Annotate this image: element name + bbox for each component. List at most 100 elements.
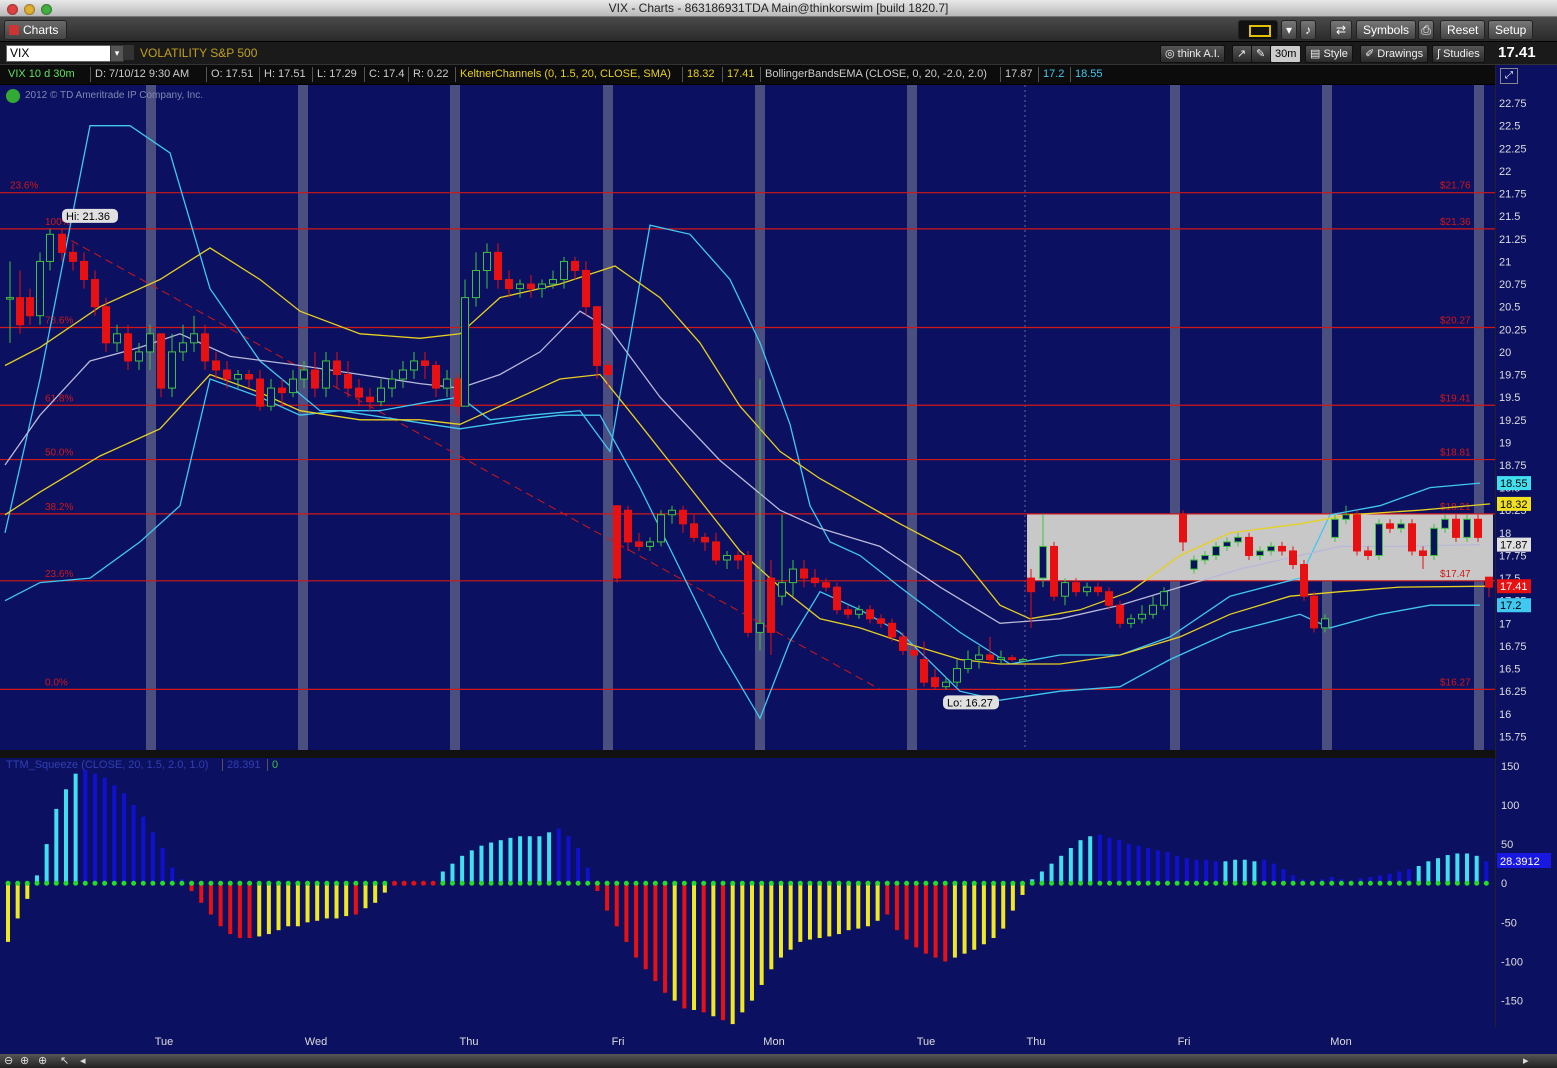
tab-charts[interactable]: Charts	[4, 20, 68, 40]
scroll-left-icon[interactable]: ◂	[80, 1054, 86, 1067]
squeeze-dot	[305, 880, 311, 886]
candle-down	[582, 269, 590, 308]
squeeze-dot	[314, 880, 320, 886]
main-toolbar: Charts ▾ ♪ ⇄ Symbols ⎙ Reset Setup	[0, 17, 1557, 41]
squeeze-bar-positive	[1107, 837, 1112, 884]
aggregation-button[interactable]: 30m	[1270, 45, 1302, 63]
bell-icon[interactable]: ♪	[1300, 20, 1316, 40]
squeeze-dot	[1039, 880, 1045, 886]
price-tick: 19.25	[1499, 415, 1527, 427]
setup-button[interactable]: Setup	[1488, 20, 1534, 40]
squeeze-bar-positive	[1204, 859, 1209, 884]
crosshair-icon[interactable]: ⊕	[38, 1054, 47, 1067]
squeeze-bar-positive	[1426, 861, 1431, 884]
price-badge-label: 17.87	[1500, 540, 1528, 552]
symbol-lookup-icon[interactable]	[124, 45, 134, 60]
squeeze-dot	[1097, 880, 1103, 886]
candle-up	[1149, 604, 1157, 615]
candle-up	[168, 351, 176, 389]
session-band	[298, 85, 308, 750]
candle-down	[986, 654, 994, 661]
squeeze-dot	[295, 880, 301, 886]
squeeze-dot	[759, 880, 765, 886]
squeeze-dot	[991, 880, 997, 886]
candle-down	[245, 374, 253, 380]
candle-down	[1289, 550, 1297, 566]
price-tick: 21	[1499, 256, 1511, 268]
pane-separator[interactable]	[0, 750, 1557, 758]
keltner-study-label[interactable]: KeltnerChannels (0, 1.5, 20, CLOSE, SMA)	[455, 67, 671, 82]
squeeze-dot	[836, 880, 842, 886]
fib-left-label: 23.6%	[10, 181, 38, 192]
price-chart[interactable]: 23.6% $21.76 100% $21.36 78.6% $20.27 61.8% $19…	[0, 85, 1495, 750]
candle-up	[6, 297, 14, 300]
scroll-right-icon[interactable]: ▸	[1523, 1054, 1529, 1067]
squeeze-dot	[1203, 880, 1209, 886]
print-icon[interactable]: ⎙	[1418, 20, 1434, 40]
candle-up	[1160, 591, 1168, 606]
squeeze-dot	[749, 880, 755, 886]
squeeze-chart[interactable]: TTM_Squeeze (CLOSE, 20, 1.5, 2.0, 1.0) 2…	[0, 758, 1495, 1028]
squeeze-bar-negative	[894, 883, 899, 931]
squeeze-bar-negative	[904, 883, 909, 940]
price-tick: 16.75	[1499, 641, 1527, 653]
squeeze-dot	[556, 880, 562, 886]
squeeze-dot	[121, 880, 127, 886]
studies-label: Studies	[1443, 48, 1480, 60]
zoom-in-icon[interactable]: ⊕	[20, 1054, 29, 1067]
squeeze-bar-negative	[353, 883, 358, 915]
squeeze-bar-positive	[498, 840, 503, 884]
candle-down	[157, 333, 165, 389]
candle-up	[997, 657, 1005, 661]
pointer-icon[interactable]: ↖	[60, 1054, 69, 1067]
price-tick: 22	[1499, 166, 1511, 178]
squeeze-bar-negative	[257, 883, 262, 937]
price-axis[interactable]: ⤢ 22.75 22.5 22.25 22 21.75 21.5 21.25 21 20.75 2…	[1495, 65, 1557, 1068]
squeeze-dot	[353, 880, 359, 886]
candle-up	[1441, 518, 1449, 529]
squeeze-bar-positive	[141, 816, 146, 884]
link-icon[interactable]: ⇄	[1330, 20, 1352, 40]
candle-up	[146, 333, 154, 353]
zoom-out-icon[interactable]: ⊖	[4, 1054, 13, 1067]
symbol-input[interactable]: VIX	[6, 45, 111, 62]
drawings-button[interactable]: ✐ Drawings	[1360, 45, 1429, 63]
price-badge-label: 17.41	[1500, 581, 1528, 593]
bottom-scrollbar[interactable]: ⊖ ⊕ ⊕ ↖ ◂ ▸	[0, 1054, 1557, 1068]
studies-button[interactable]: ∫ Studies	[1432, 45, 1485, 63]
squeeze-dot	[372, 880, 378, 886]
squeeze-dot	[430, 880, 436, 886]
squeeze-dot	[334, 880, 340, 886]
squeeze-dot	[710, 880, 716, 886]
candle-down	[822, 582, 830, 588]
candle-up	[1212, 545, 1220, 556]
squeeze-bar-positive	[547, 832, 552, 884]
candle-down	[102, 306, 110, 344]
squeeze-dot	[1329, 880, 1335, 886]
squeeze-dot	[720, 880, 726, 886]
color-dropdown-icon[interactable]: ▾	[1281, 20, 1297, 40]
squeeze-dot	[904, 880, 910, 886]
reset-button[interactable]: Reset	[1440, 20, 1486, 40]
squeeze-dot	[942, 880, 948, 886]
candle-up	[36, 260, 44, 317]
squeeze-bar-negative	[836, 883, 841, 935]
squeeze-dot	[826, 880, 832, 886]
think-ai-button[interactable]: ◎ think A.I.	[1160, 45, 1225, 63]
bollinger-upper	[4, 125, 1481, 665]
candle-up	[388, 378, 396, 389]
style-button[interactable]: ▤ Style	[1305, 45, 1353, 63]
squeeze-bar-positive	[160, 848, 165, 884]
squeeze-dot	[1416, 880, 1422, 886]
symbols-button[interactable]: Symbols	[1356, 20, 1417, 40]
squeeze-study-label[interactable]: TTM_Squeeze (CLOSE, 20, 1.5, 2.0, 1.0)	[6, 759, 208, 771]
squeeze-dot	[623, 880, 629, 886]
fib-right-label: $19.41	[1440, 393, 1471, 404]
squeeze-bar-positive	[527, 836, 532, 884]
candle-down	[223, 369, 231, 380]
bollinger-study-label[interactable]: BollingerBandsEMA (CLOSE, 0, 20, -2.0, 2…	[760, 67, 987, 82]
symbol-dropdown-icon[interactable]: ▾	[110, 45, 124, 62]
candle-down	[712, 541, 720, 561]
color-box[interactable]	[1238, 20, 1278, 40]
fib-right-label: $21.36	[1440, 217, 1471, 228]
